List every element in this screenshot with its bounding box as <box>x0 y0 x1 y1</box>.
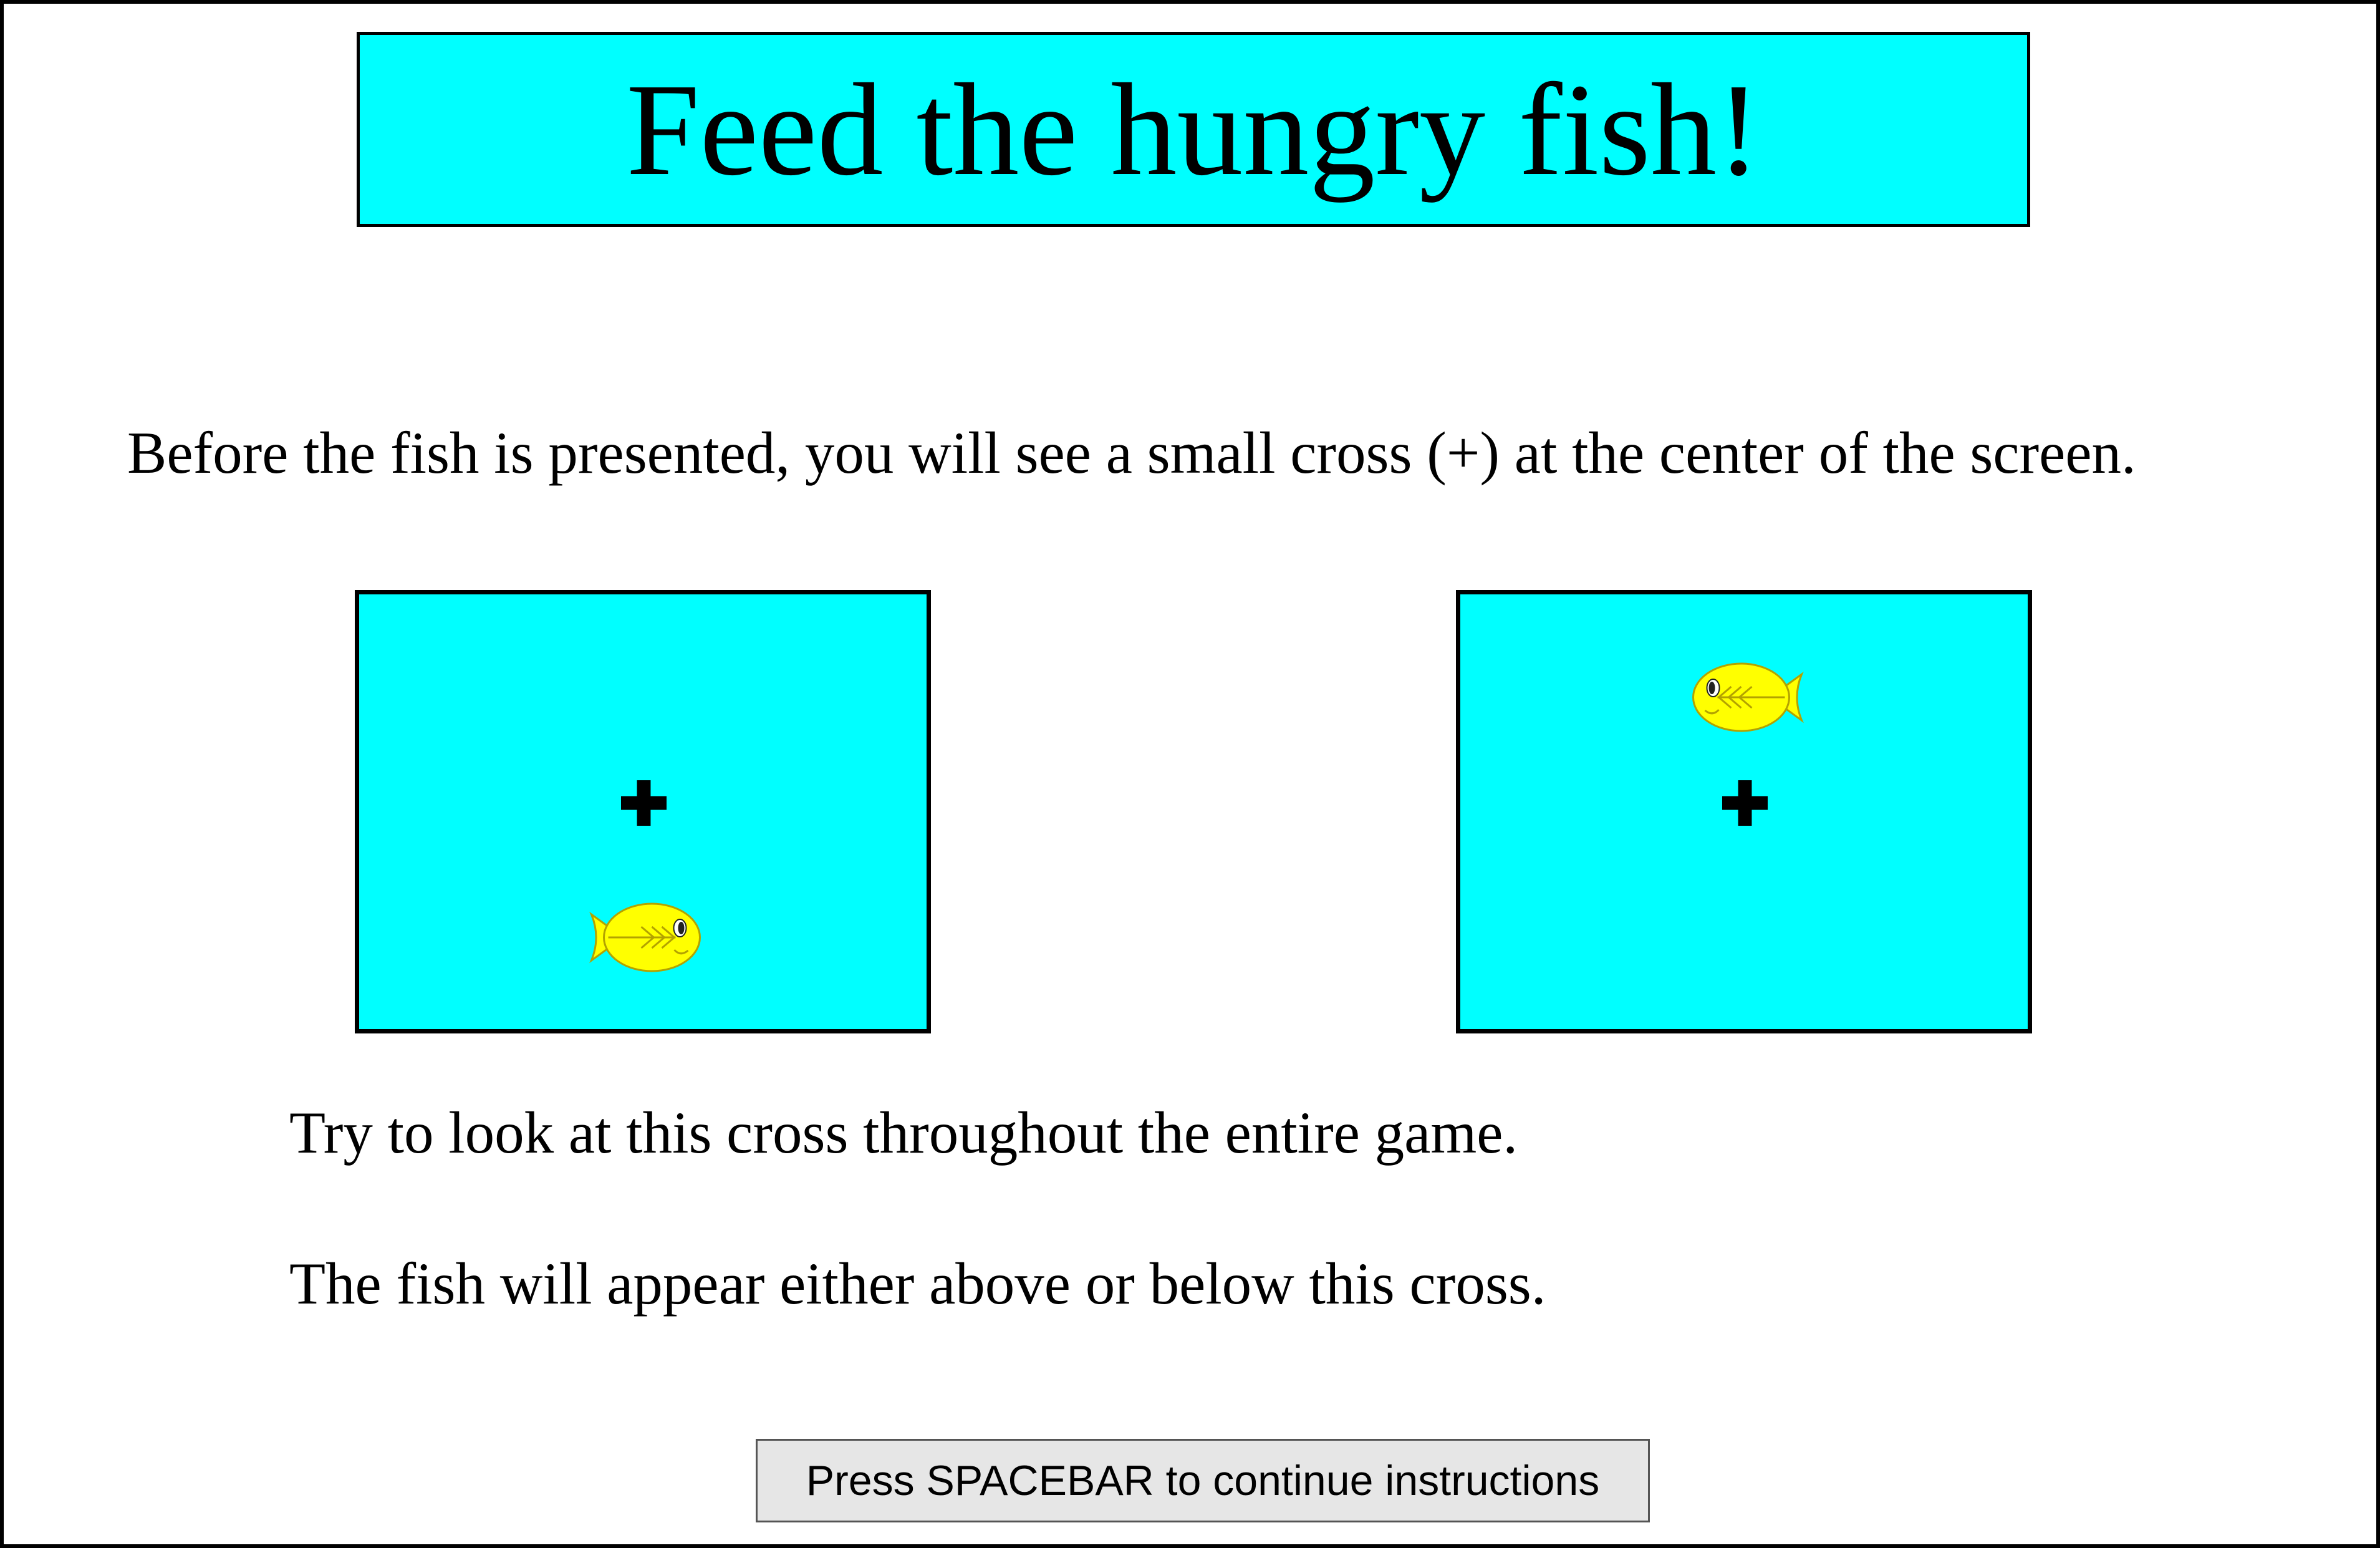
fish-icon <box>1692 662 1804 732</box>
fish-icon <box>589 902 701 972</box>
title-banner: Feed the hungry fish! <box>357 32 2030 227</box>
game-title: Feed the hungry fish! <box>626 56 1761 203</box>
cross-icon <box>1722 780 1768 826</box>
fish-position-instruction: The fish will appear either above or bel… <box>289 1250 1546 1317</box>
look-instruction: Try to look at this cross throughout the… <box>289 1100 1518 1166</box>
continue-button[interactable]: Press SPACEBAR to continue instructions <box>756 1439 1650 1522</box>
game-screen: Feed the hungry fish! Before the fish is… <box>0 0 2380 1548</box>
example-panel-fish-above <box>1456 590 2032 1033</box>
cross-icon <box>621 780 667 826</box>
example-panel-fish-below <box>355 590 931 1033</box>
intro-instruction: Before the fish is presented, you will s… <box>127 420 2136 486</box>
